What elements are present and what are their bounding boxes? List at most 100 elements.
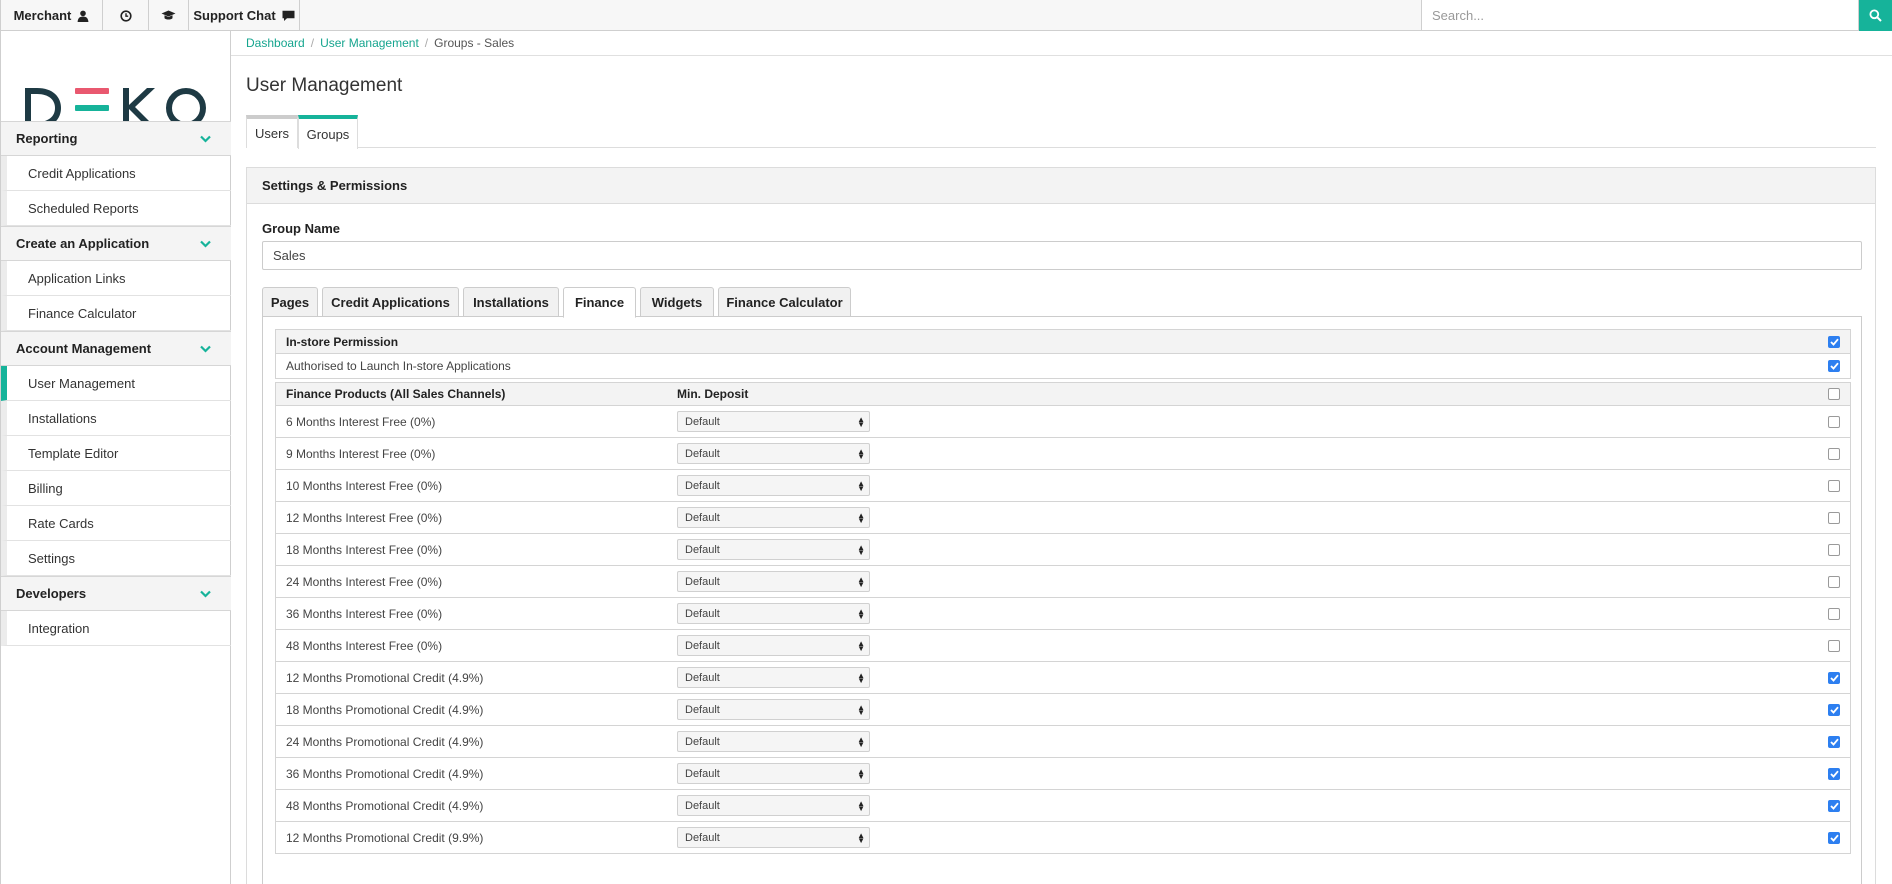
sidebar-section[interactable]: Developers [1,576,231,611]
sidebar-item[interactable]: Credit Applications [1,156,231,191]
search-input[interactable] [1421,0,1859,31]
sidebar-item[interactable]: Rate Cards [1,506,231,541]
min-deposit-value: Default [685,799,720,812]
tab-pages[interactable]: Pages [262,287,318,317]
finance-product-name: 48 Months Promotional Credit (4.9%) [286,798,484,813]
finance-product-row: 12 Months Promotional Credit (4.9%) Defau… [276,662,1850,694]
sidebar-item[interactable]: Billing [1,471,231,506]
sidebar-section-label: Create an Application [16,236,150,251]
min-deposit-select[interactable]: Default ▲ ▼ [677,827,870,848]
min-deposit-select[interactable]: Default ▲ ▼ [677,763,870,784]
finance-product-checkbox[interactable] [1828,511,1840,524]
sidebar-item[interactable]: Template Editor [1,436,231,471]
sidebar-section[interactable]: Account Management [1,331,231,366]
sidebar-item[interactable]: Settings [1,541,231,576]
min-deposit-value: Default [685,607,720,620]
finance-product-name: 6 Months Interest Free (0%) [286,414,436,429]
sidebar-item[interactable]: User Management [1,366,231,401]
tab-groups[interactable]: Groups [298,115,358,149]
finance-product-checkbox[interactable] [1828,639,1840,652]
min-deposit-select[interactable]: Default ▲ ▼ [677,795,870,816]
sidebar-item[interactable]: Integration [1,611,231,646]
min-deposit-select[interactable]: Default ▲ ▼ [677,699,870,720]
sidebar-item[interactable]: Finance Calculator [1,296,231,331]
tab-users[interactable]: Users [246,115,298,148]
min-deposit-select[interactable]: Default ▲ ▼ [677,507,870,528]
finance-product-row: 12 Months Promotional Credit (9.9%) Defau… [276,822,1850,854]
graduation-cap-icon [161,10,176,20]
group-name-input[interactable] [262,241,1862,270]
chevron-down-icon [200,240,211,248]
min-deposit-select[interactable]: Default ▲ ▼ [677,731,870,752]
finance-product-checkbox[interactable] [1828,447,1840,460]
finance-product-name: 12 Months Promotional Credit (9.9%) [286,830,484,845]
instore-permission-header: In-store Permission [276,330,1850,354]
min-deposit-value: Default [685,543,720,556]
min-deposit-value: Default [685,447,720,460]
finance-products-master-checkbox[interactable] [1828,388,1840,400]
min-deposit-select[interactable]: Default ▲ ▼ [677,667,870,688]
permission-tabs: Pages Credit Applications Installations … [262,287,1862,318]
tab-finance[interactable]: Finance [563,287,636,318]
sidebar-section[interactable]: Create an Application [1,226,231,261]
min-deposit-cell: Default ▲ ▼ [677,635,877,656]
finance-product-name: 48 Months Interest Free (0%) [286,638,443,653]
breadcrumb-user-management-link[interactable]: User Management [320,36,419,50]
min-deposit-select[interactable]: Default ▲ ▼ [677,539,870,560]
finance-product-checkbox[interactable] [1828,607,1840,620]
support-chat-label: Support Chat [193,8,276,23]
min-deposit-select[interactable]: Default ▲ ▼ [677,571,870,592]
history-button[interactable] [103,0,149,31]
merchant-menu-button[interactable]: Merchant [0,0,103,31]
breadcrumb-dashboard-link[interactable]: Dashboard [246,36,305,50]
checkmark-icon [1829,738,1839,746]
instore-permission-checkbox[interactable] [1828,360,1840,372]
finance-product-checkbox[interactable] [1828,543,1840,556]
support-chat-button[interactable]: Support Chat [189,0,300,31]
merchant-label: Merchant [13,8,72,23]
finance-product-row: 18 Months Promotional Credit (4.9%) Defau… [276,694,1850,726]
finance-products-rows: 6 Months Interest Free (0%) Default ▲ ▼ 9 Mo… [276,406,1850,854]
min-deposit-select[interactable]: Default ▲ ▼ [677,603,870,624]
min-deposit-select[interactable]: Default ▲ ▼ [677,443,870,464]
sidebar-item[interactable]: Installations [1,401,231,436]
checkmark-icon [1829,706,1839,714]
settings-permissions-panel: Settings & Permissions Group Name Pages … [246,167,1876,884]
training-button[interactable] [149,0,189,31]
logo-bar-pink [75,88,109,94]
search-button[interactable] [1859,0,1892,31]
instore-permission-table: In-store Permission Authorised to Launch… [275,329,1851,379]
select-arrows-icon: ▲ ▼ [857,670,865,685]
checkmark-icon [1829,338,1839,346]
finance-product-checkbox[interactable] [1828,831,1840,844]
finance-product-checkbox[interactable] [1828,671,1840,684]
instore-permission-label: Authorised to Launch In-store Applicatio… [286,359,511,373]
sidebar-item[interactable]: Application Links [1,261,231,296]
finance-product-row: 48 Months Promotional Credit (4.9%) Defau… [276,790,1850,822]
finance-product-checkbox[interactable] [1828,735,1840,748]
chevron-down-icon [200,345,211,353]
tab-installations[interactable]: Installations [463,287,559,317]
checkmark-icon [1829,362,1839,370]
select-arrows-icon: ▲ ▼ [857,542,865,557]
finance-product-checkbox[interactable] [1828,575,1840,588]
finance-product-checkbox[interactable] [1828,703,1840,716]
min-deposit-select[interactable]: Default ▲ ▼ [677,411,870,432]
finance-product-checkbox[interactable] [1828,479,1840,492]
tab-widgets[interactable]: Widgets [640,287,714,317]
sidebar-item[interactable]: Scheduled Reports [1,191,231,226]
min-deposit-value: Default [685,671,720,684]
min-deposit-cell: Default ▲ ▼ [677,571,877,592]
instore-permission-master-checkbox[interactable] [1828,335,1840,348]
panel-heading: Settings & Permissions [247,168,1875,204]
finance-product-checkbox[interactable] [1828,799,1840,812]
tab-finance-calculator[interactable]: Finance Calculator [718,287,851,317]
tab-credit-applications[interactable]: Credit Applications [322,287,459,317]
select-arrows-icon: ▲ ▼ [857,574,865,589]
finance-product-checkbox[interactable] [1828,767,1840,780]
finance-product-checkbox[interactable] [1828,415,1840,428]
group-name-label: Group Name [262,221,341,236]
sidebar-section[interactable]: Reporting [1,121,231,156]
min-deposit-select[interactable]: Default ▲ ▼ [677,475,870,496]
min-deposit-select[interactable]: Default ▲ ▼ [677,635,870,656]
